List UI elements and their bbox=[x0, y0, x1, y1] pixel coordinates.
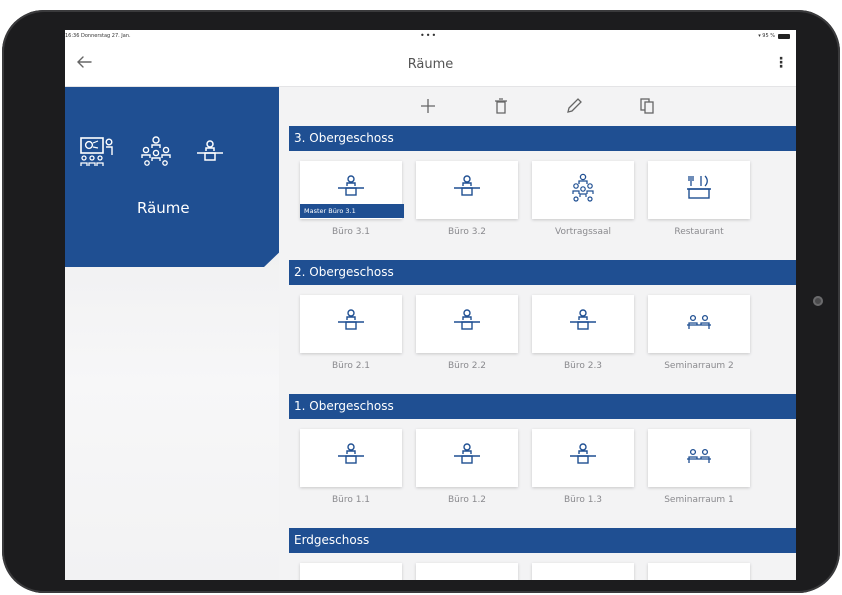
desk-person-icon bbox=[454, 175, 480, 196]
desk-person-icon bbox=[454, 443, 480, 464]
room-tile[interactable] bbox=[416, 563, 518, 580]
add-icon bbox=[421, 99, 435, 113]
room-label: Büro 1.3 bbox=[563, 495, 603, 505]
delete-button[interactable] bbox=[487, 93, 515, 119]
room-tile[interactable] bbox=[532, 563, 634, 580]
room-label: Büro 3.2 bbox=[447, 227, 487, 237]
page-title: Räume bbox=[407, 57, 454, 72]
desk-person-icon bbox=[454, 309, 480, 330]
edit-button[interactable] bbox=[560, 93, 588, 119]
presentation-icon bbox=[80, 137, 113, 166]
room-tile[interactable] bbox=[532, 429, 634, 487]
room-label: Seminarraum 2 bbox=[664, 361, 734, 371]
status-time-date: 16:36 Donnerstag 27. Jan. bbox=[65, 33, 131, 39]
room-tile[interactable] bbox=[300, 429, 402, 487]
desk-person-icon bbox=[338, 175, 364, 196]
status-bar: 16:36 Donnerstag 27. Jan. ••• ▾ 95 % bbox=[65, 30, 796, 44]
rooms-category-card[interactable]: Räume bbox=[65, 87, 279, 267]
room-label: Büro 1.2 bbox=[447, 495, 487, 505]
group-icon bbox=[141, 136, 171, 166]
room-tile[interactable] bbox=[416, 161, 518, 219]
room-label: Seminarraum 1 bbox=[664, 495, 734, 505]
desk-person-icon bbox=[570, 309, 596, 330]
delete-icon bbox=[495, 98, 507, 114]
seminar-icon bbox=[687, 448, 711, 463]
room-label: Büro 1.1 bbox=[331, 495, 371, 505]
room-label: Büro 2.3 bbox=[563, 361, 603, 371]
copy-button[interactable] bbox=[633, 93, 661, 119]
back-button[interactable] bbox=[71, 52, 97, 76]
room-label: Büro 2.1 bbox=[331, 361, 371, 371]
tablet-side-button bbox=[813, 296, 823, 306]
room-label: Büro 3.1 bbox=[331, 227, 371, 237]
toolbar bbox=[289, 87, 796, 124]
rooms-card-icons bbox=[79, 135, 225, 169]
room-label: Büro 2.2 bbox=[447, 361, 487, 371]
battery-icon bbox=[778, 33, 790, 39]
desk-person-icon bbox=[197, 140, 223, 161]
status-center-dots: ••• bbox=[420, 31, 438, 40]
room-tile[interactable] bbox=[416, 295, 518, 353]
section-header: 3. Obergeschoss bbox=[289, 126, 796, 151]
status-battery: ▾ 95 % bbox=[758, 33, 790, 39]
copy-icon bbox=[640, 98, 654, 114]
room-label: Restaurant bbox=[674, 227, 724, 237]
room-tile[interactable] bbox=[648, 429, 750, 487]
room-tile[interactable] bbox=[416, 429, 518, 487]
room-tile[interactable] bbox=[300, 295, 402, 353]
section-header: 1. Obergeschoss bbox=[289, 394, 796, 419]
room-tile[interactable] bbox=[532, 295, 634, 353]
nav-bar: Räume ⋮ bbox=[65, 44, 796, 87]
rooms-card-label: Räume bbox=[137, 199, 190, 217]
desk-person-icon bbox=[338, 443, 364, 464]
desk-person-icon bbox=[338, 309, 364, 330]
app-screen: 16:36 Donnerstag 27. Jan. ••• ▾ 95 % Räu… bbox=[65, 30, 796, 580]
room-tile[interactable]: Master Büro 3.1 bbox=[300, 161, 404, 219]
room-label: Vortragssaal bbox=[554, 227, 612, 237]
room-tile[interactable] bbox=[300, 563, 402, 580]
room-tile[interactable] bbox=[648, 295, 750, 353]
status-battery-text: ▾ 95 % bbox=[758, 33, 775, 39]
restaurant-icon bbox=[687, 175, 711, 199]
room-tile[interactable] bbox=[648, 563, 750, 580]
more-menu-button[interactable]: ⋮ bbox=[774, 55, 788, 71]
arrow-left-icon bbox=[77, 56, 92, 68]
master-badge: Master Büro 3.1 bbox=[300, 204, 404, 218]
room-tile[interactable] bbox=[648, 161, 750, 219]
desk-person-icon bbox=[570, 443, 596, 464]
seminar-icon bbox=[687, 314, 711, 329]
add-button[interactable] bbox=[414, 93, 442, 119]
room-tile[interactable] bbox=[532, 161, 634, 219]
section-header: 2. Obergeschoss bbox=[289, 260, 796, 285]
edit-icon bbox=[567, 98, 582, 113]
audience-icon bbox=[572, 173, 594, 202]
section-header: Erdgeschoss bbox=[289, 528, 796, 553]
